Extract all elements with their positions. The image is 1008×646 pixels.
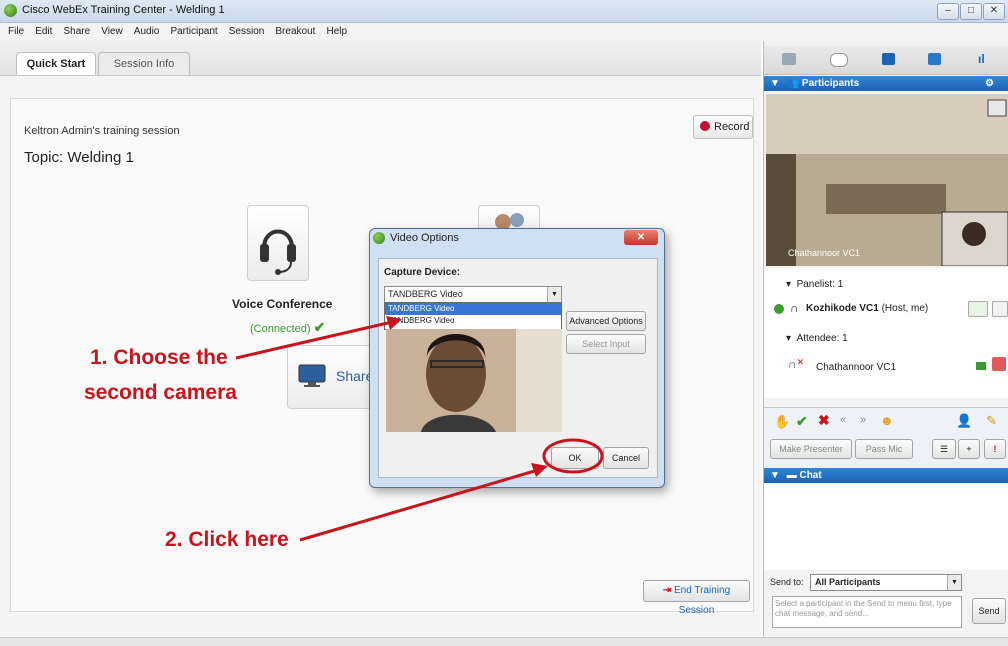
faster-icon[interactable]: » bbox=[860, 414, 866, 426]
add-user-icon[interactable]: + bbox=[958, 439, 980, 459]
camera-small-icon[interactable] bbox=[976, 362, 986, 370]
panelist-row[interactable]: Kozhikode VC1 (Host, me) bbox=[806, 303, 928, 314]
pass-mic-button[interactable]: Pass Mic bbox=[855, 439, 913, 459]
headset-small-icon: ∩ bbox=[790, 301, 799, 315]
people-menu-icon[interactable]: 👤 bbox=[956, 413, 972, 429]
video-panel-icon[interactable] bbox=[782, 53, 796, 65]
annotation-step1-line1: 1. Choose the bbox=[90, 346, 228, 369]
chat-header[interactable]: ▼ ▬ Chat bbox=[764, 468, 1008, 483]
settings-gear-icon[interactable]: ⚙ bbox=[985, 76, 994, 91]
participants-title: Participants bbox=[801, 78, 860, 89]
send-button[interactable]: Send bbox=[972, 598, 1006, 624]
presenter-ball-icon bbox=[774, 304, 784, 314]
panelist-role: (Host, me) bbox=[881, 303, 929, 314]
arrow-step1-line bbox=[235, 320, 393, 360]
chat-input[interactable]: Select a participant in the Send to menu… bbox=[772, 596, 962, 628]
yes-check-icon[interactable]: ✔ bbox=[796, 413, 808, 430]
chat-collapse-icon: ▼ bbox=[770, 470, 780, 481]
arrow-step2-head bbox=[531, 463, 548, 477]
panelist-name: Kozhikode VC1 bbox=[806, 303, 879, 314]
annotation-step1-line2: second camera bbox=[84, 381, 237, 404]
collapse-arrow-icon: ▼ bbox=[770, 78, 780, 89]
attendee-group[interactable]: ▾ Attendee: 1 bbox=[786, 333, 848, 344]
ok-highlight-circle bbox=[542, 438, 604, 474]
participants-icon: 👥 bbox=[786, 78, 800, 89]
make-presenter-button[interactable]: Make Presenter bbox=[770, 439, 852, 459]
arrow-step2-line bbox=[299, 468, 539, 542]
raise-hand-icon[interactable]: ✋ bbox=[774, 414, 790, 430]
chat-bubble-icon[interactable] bbox=[830, 53, 848, 67]
send-to-chevron-icon[interactable]: ▼ bbox=[947, 575, 961, 590]
mute-toggle-icon[interactable] bbox=[992, 301, 1008, 317]
send-to-value: All Participants bbox=[815, 577, 881, 587]
alert-icon[interactable]: ! bbox=[984, 439, 1006, 459]
annotation-step2: 2. Click here bbox=[165, 528, 289, 551]
arrow-step1-head bbox=[386, 316, 402, 330]
chat-history[interactable] bbox=[764, 484, 1008, 570]
panelist-group-label: Panelist: 1 bbox=[796, 279, 844, 290]
slower-icon[interactable]: « bbox=[840, 414, 846, 426]
participant-video: Chathannoor VC1 bbox=[766, 94, 1008, 266]
annotate-pen-icon[interactable]: ✎ bbox=[986, 413, 997, 429]
view-menu-icon[interactable]: ☰ bbox=[932, 439, 956, 459]
emoticon-icon[interactable]: ☻ bbox=[880, 413, 894, 428]
attendee-group-label: Attendee: 1 bbox=[796, 333, 848, 344]
panel-toolbar: ıl bbox=[764, 46, 1008, 75]
video-participant-name: Chathannoor VC1 bbox=[788, 248, 861, 258]
send-to-label: Send to: bbox=[770, 577, 804, 587]
participant-video-image bbox=[766, 94, 1008, 266]
attendee-name[interactable]: Chathannoor VC1 bbox=[816, 362, 896, 373]
no-cross-icon[interactable]: ✖ bbox=[818, 412, 830, 429]
camera-green-icon[interactable] bbox=[968, 301, 988, 317]
polling-icon[interactable]: ıl bbox=[978, 52, 985, 66]
qa-icon[interactable] bbox=[928, 53, 941, 65]
chat-icon: ▬ bbox=[786, 470, 797, 481]
chat-title: Chat bbox=[799, 470, 822, 481]
muted-headset-icon: ∩✕ bbox=[788, 357, 805, 371]
remove-icon[interactable] bbox=[992, 357, 1006, 371]
participants-header[interactable]: ▼ 👥 Participants ⚙ bbox=[764, 76, 1008, 91]
panelist-group[interactable]: ▾ Panelist: 1 bbox=[786, 279, 843, 290]
notes-icon[interactable] bbox=[882, 53, 895, 65]
send-to-select[interactable]: All Participants ▼ bbox=[810, 574, 962, 591]
